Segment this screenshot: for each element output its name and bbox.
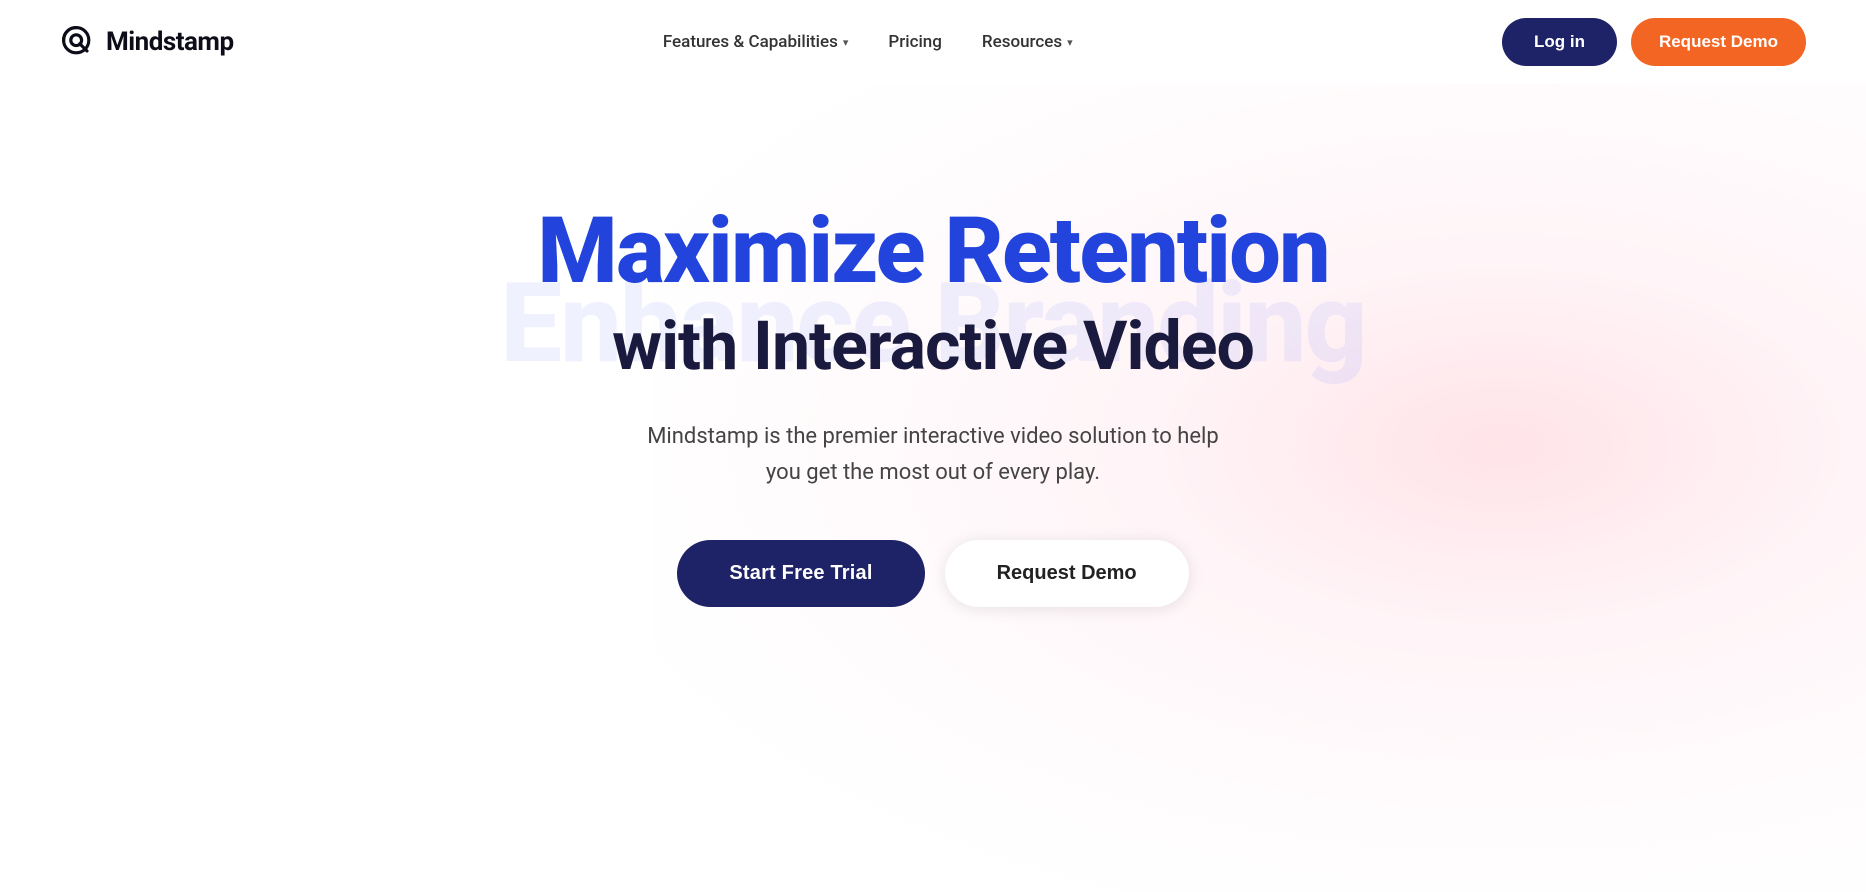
- hero-content: Maximize Retention with Interactive Vide…: [537, 204, 1328, 607]
- nav-actions: Log in Request Demo: [1502, 18, 1806, 66]
- request-demo-hero-button[interactable]: Request Demo: [945, 540, 1189, 607]
- nav-link-resources[interactable]: Resources ▾: [982, 32, 1073, 52]
- nav-link-features[interactable]: Features & Capabilities ▾: [663, 32, 849, 52]
- hero-description: Mindstamp is the premier interactive vid…: [633, 419, 1233, 489]
- hero-title-main: Maximize Retention: [537, 204, 1328, 301]
- request-demo-nav-button[interactable]: Request Demo: [1631, 18, 1806, 66]
- navbar: Mindstamp Features & Capabilities ▾ Pric…: [0, 0, 1866, 84]
- nav-item-pricing[interactable]: Pricing: [888, 32, 942, 52]
- page-wrapper: Mindstamp Features & Capabilities ▾ Pric…: [0, 0, 1866, 892]
- logo-icon: [60, 24, 96, 60]
- hero-section: Enhance Branding Maximize Retention with…: [0, 84, 1866, 687]
- nav-item-resources[interactable]: Resources ▾: [982, 32, 1073, 52]
- hero-buttons: Start Free Trial Request Demo: [537, 540, 1328, 607]
- chevron-down-icon-2: ▾: [1067, 36, 1073, 49]
- chevron-down-icon: ▾: [843, 36, 849, 49]
- hero-title-sub: with Interactive Video: [537, 309, 1328, 384]
- logo-link[interactable]: Mindstamp: [60, 24, 234, 60]
- nav-link-pricing[interactable]: Pricing: [888, 32, 942, 52]
- logo-text: Mindstamp: [106, 27, 234, 57]
- start-trial-button[interactable]: Start Free Trial: [677, 540, 924, 607]
- login-button[interactable]: Log in: [1502, 18, 1617, 66]
- nav-item-features[interactable]: Features & Capabilities ▾: [663, 32, 849, 52]
- nav-links: Features & Capabilities ▾ Pricing Resour…: [663, 32, 1073, 52]
